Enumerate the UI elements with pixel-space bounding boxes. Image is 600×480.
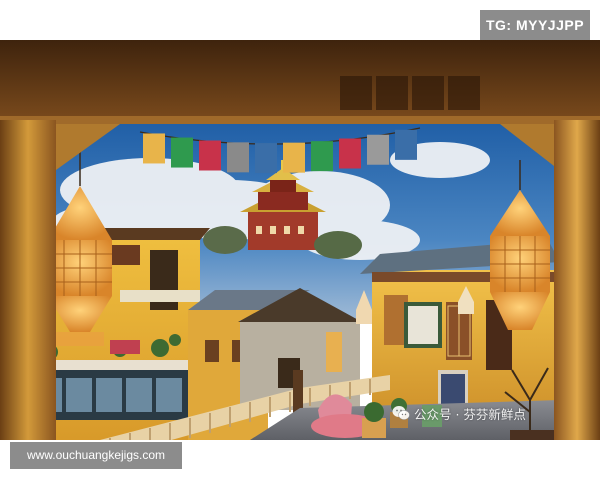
wechat-watermark: 公众号 · 芬芬新鲜点 (392, 404, 526, 422)
top-beam (0, 40, 600, 120)
prayer-flag (171, 137, 193, 168)
tag-watermark: TG: MYYJJPP (480, 10, 590, 40)
prayer-flag (255, 143, 277, 174)
prayer-flag (395, 129, 417, 160)
prayer-flag (227, 142, 249, 173)
left-post (0, 120, 56, 440)
wechat-account-label: 公众号 · 芬芬新鲜点 (414, 406, 526, 422)
prayer-flag (143, 133, 165, 164)
prayer-flag (199, 140, 221, 171)
prayer-flag (283, 142, 305, 173)
prayer-flag (311, 141, 333, 172)
scene-photo (0, 40, 600, 440)
prayer-flag (367, 134, 389, 165)
wechat-icon (392, 406, 410, 420)
url-watermark: www.ouchuangkejigs.com (10, 442, 182, 469)
prayer-flag (339, 138, 361, 169)
right-post (554, 120, 600, 440)
